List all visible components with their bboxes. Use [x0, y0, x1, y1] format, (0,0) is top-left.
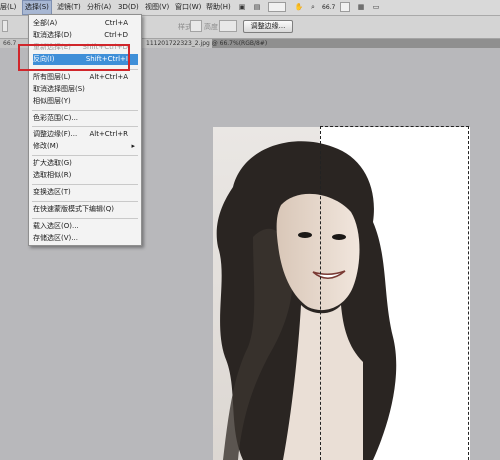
menu-analysis[interactable]: 分析(A): [87, 0, 111, 15]
zoom-level[interactable]: 66.7: [322, 0, 335, 15]
document-tab-title[interactable]: 111201722323_2.jpg @ 66.7%(RGB/8#): [146, 39, 267, 48]
height-label: 高度: [204, 23, 218, 31]
menu-item-similar[interactable]: 选取相似(R): [33, 170, 138, 181]
callout-highlight-box: [18, 44, 130, 71]
menu-item-modify[interactable]: 修改(M) ▸: [33, 141, 138, 152]
zoom-dropdown[interactable]: [340, 2, 350, 12]
menu-separator: [32, 155, 138, 156]
menu-separator: [32, 201, 138, 202]
menu-item-all-layers[interactable]: 所有图层(L) Alt+Ctrl+A: [33, 72, 138, 83]
zoom-tool-icon[interactable]: ⌕: [307, 1, 319, 13]
height-field[interactable]: [219, 20, 237, 32]
tab-zoom: 66.7: [3, 40, 17, 47]
menu-separator: [32, 110, 138, 111]
menu-select[interactable]: 选择(S): [22, 0, 52, 15]
menu-window[interactable]: 窗口(W): [175, 0, 201, 15]
menu-view[interactable]: 视图(V): [145, 0, 169, 15]
menu-help[interactable]: 帮助(H): [206, 0, 231, 15]
menu-item-all[interactable]: 全部(A) Ctrl+A: [33, 18, 138, 29]
menu-layer[interactable]: 层(L): [0, 0, 16, 15]
menu-item-similar-layers[interactable]: 相似图层(Y): [33, 96, 138, 107]
menu-separator: [32, 126, 138, 127]
arrange-docs-icon[interactable]: ▦: [355, 1, 367, 13]
hand-tool-icon[interactable]: ✋: [293, 1, 305, 13]
bridge-icon[interactable]: ▣: [236, 1, 248, 13]
refine-edge-button[interactable]: 调整边缘...: [243, 20, 293, 33]
menu-item-load-selection[interactable]: 载入选区(O)...: [33, 221, 138, 232]
menu-separator: [32, 218, 138, 219]
menu-item-save-selection[interactable]: 存储选区(V)...: [33, 233, 138, 244]
menu-item-grow[interactable]: 扩大选取(G): [33, 158, 138, 169]
menu-item-transform-selection[interactable]: 变换选区(T): [33, 187, 138, 198]
menu-separator: [32, 184, 138, 185]
menu-item-deselect-layers[interactable]: 取消选择图层(S): [33, 84, 138, 95]
menu-filter[interactable]: 滤镜(T): [57, 0, 81, 15]
submenu-arrow-icon: ▸: [131, 142, 135, 150]
extras-dropdown[interactable]: [268, 2, 286, 12]
mini-bridge-icon[interactable]: ▤: [251, 1, 263, 13]
menu-item-refine-edge[interactable]: 调整边缘(F)... Alt+Ctrl+R: [33, 129, 138, 140]
screen-mode-icon[interactable]: ▭: [370, 1, 382, 13]
menu-item-color-range[interactable]: 色彩范围(C)...: [33, 113, 138, 124]
selection-marquee: [320, 126, 469, 460]
style-field[interactable]: [190, 20, 202, 32]
options-field-left[interactable]: [2, 20, 8, 32]
menu-item-deselect[interactable]: 取消选择(D) Ctrl+D: [33, 30, 138, 41]
menu-item-quick-mask[interactable]: 在快速蒙版模式下编辑(Q): [33, 204, 138, 215]
menu-3d[interactable]: 3D(D): [118, 0, 139, 15]
